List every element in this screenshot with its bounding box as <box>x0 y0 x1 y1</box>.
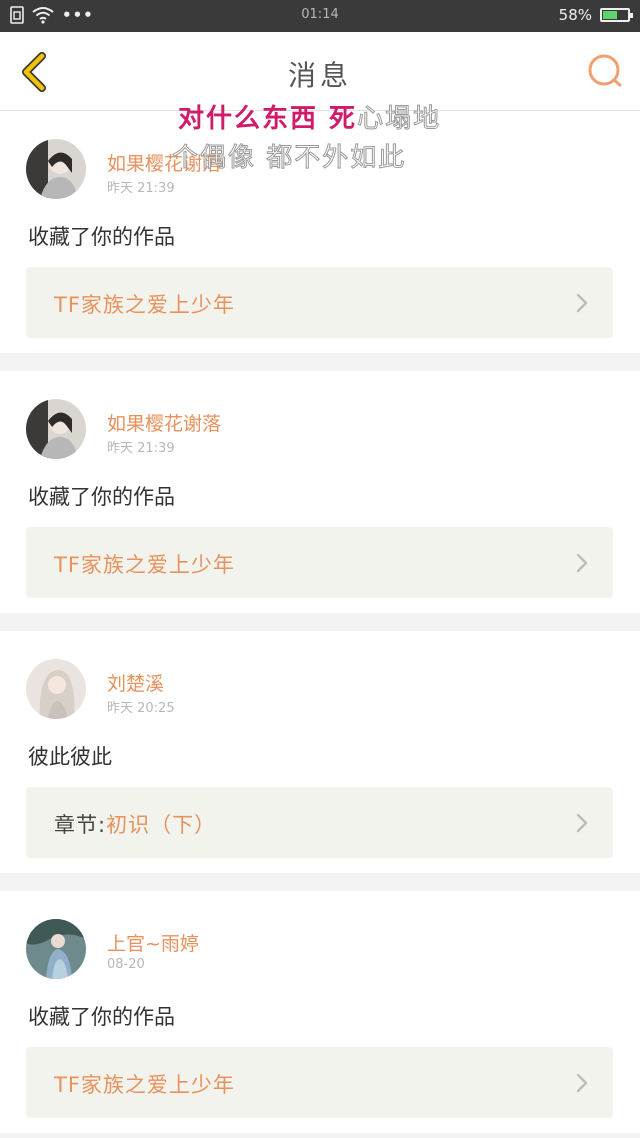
work-prefix: 章节: <box>54 813 107 837</box>
work-label: TF家族之爱上少年 <box>54 1069 235 1099</box>
work-title: 初识（下） <box>106 813 217 837</box>
avatar[interactable] <box>26 399 86 459</box>
message-card: 刘楚溪 昨天 20:25 彼此彼此 章节:初识（下） <box>0 631 640 873</box>
message-card: 如果樱花谢落 昨天 21:39 收藏了你的作品 TF家族之爱上少年 <box>0 371 640 613</box>
work-title: TF家族之爱上少年 <box>54 1073 235 1097</box>
battery-fill <box>603 11 617 19</box>
username[interactable]: 刘楚溪 <box>107 669 164 696</box>
chevron-right-icon <box>576 293 588 313</box>
work-title: TF家族之爱上少年 <box>54 293 235 317</box>
message-text: 收藏了你的作品 <box>28 1005 175 1029</box>
lyric-soft: 心塌地 <box>357 104 442 135</box>
chevron-right-icon <box>576 553 588 573</box>
battery-percent: 58% <box>558 6 592 24</box>
message-card: 上官~雨婷 08-20 收藏了你的作品 TF家族之爱上少年 <box>0 891 640 1133</box>
message-time: 昨天 20:25 <box>107 701 175 716</box>
chapter-link[interactable]: 章节:初识（下） <box>26 787 613 858</box>
work-label: TF家族之爱上少年 <box>54 549 235 579</box>
work-label: TF家族之爱上少年 <box>54 289 235 319</box>
work-link[interactable]: TF家族之爱上少年 <box>26 527 613 598</box>
message-text: 收藏了你的作品 <box>28 225 175 249</box>
message-time: 昨天 21:39 <box>107 441 175 456</box>
chevron-right-icon <box>576 1073 588 1093</box>
message-text: 彼此彼此 <box>28 745 112 769</box>
lyric-overlay-line2: 个偶像 都不外如此 <box>171 143 407 174</box>
work-title: TF家族之爱上少年 <box>54 553 235 577</box>
status-bar: ••• 01:14 58% <box>0 0 640 32</box>
avatar[interactable] <box>26 919 86 979</box>
chevron-right-icon <box>576 813 588 833</box>
username[interactable]: 上官~雨婷 <box>107 929 199 956</box>
avatar[interactable] <box>26 659 86 719</box>
page-title: 消息 <box>287 59 352 92</box>
work-link[interactable]: TF家族之爱上少年 <box>26 1047 613 1118</box>
lyric-overlay-line1: 对什么东西 死心塌地 <box>178 98 441 135</box>
status-time: 01:14 <box>301 7 339 22</box>
status-right: 58% <box>558 6 633 24</box>
message-time: 昨天 21:39 <box>107 181 175 196</box>
avatar[interactable] <box>26 139 86 199</box>
username[interactable]: 如果樱花谢落 <box>107 409 221 436</box>
work-link[interactable]: TF家族之爱上少年 <box>26 267 613 338</box>
message-time: 08-20 <box>107 957 145 972</box>
lyric-bold: 对什么东西 死 <box>178 104 358 134</box>
battery-icon <box>600 8 633 22</box>
message-text: 收藏了你的作品 <box>28 485 175 509</box>
search-icon[interactable] <box>586 52 624 90</box>
work-label: 章节:初识（下） <box>54 809 216 839</box>
